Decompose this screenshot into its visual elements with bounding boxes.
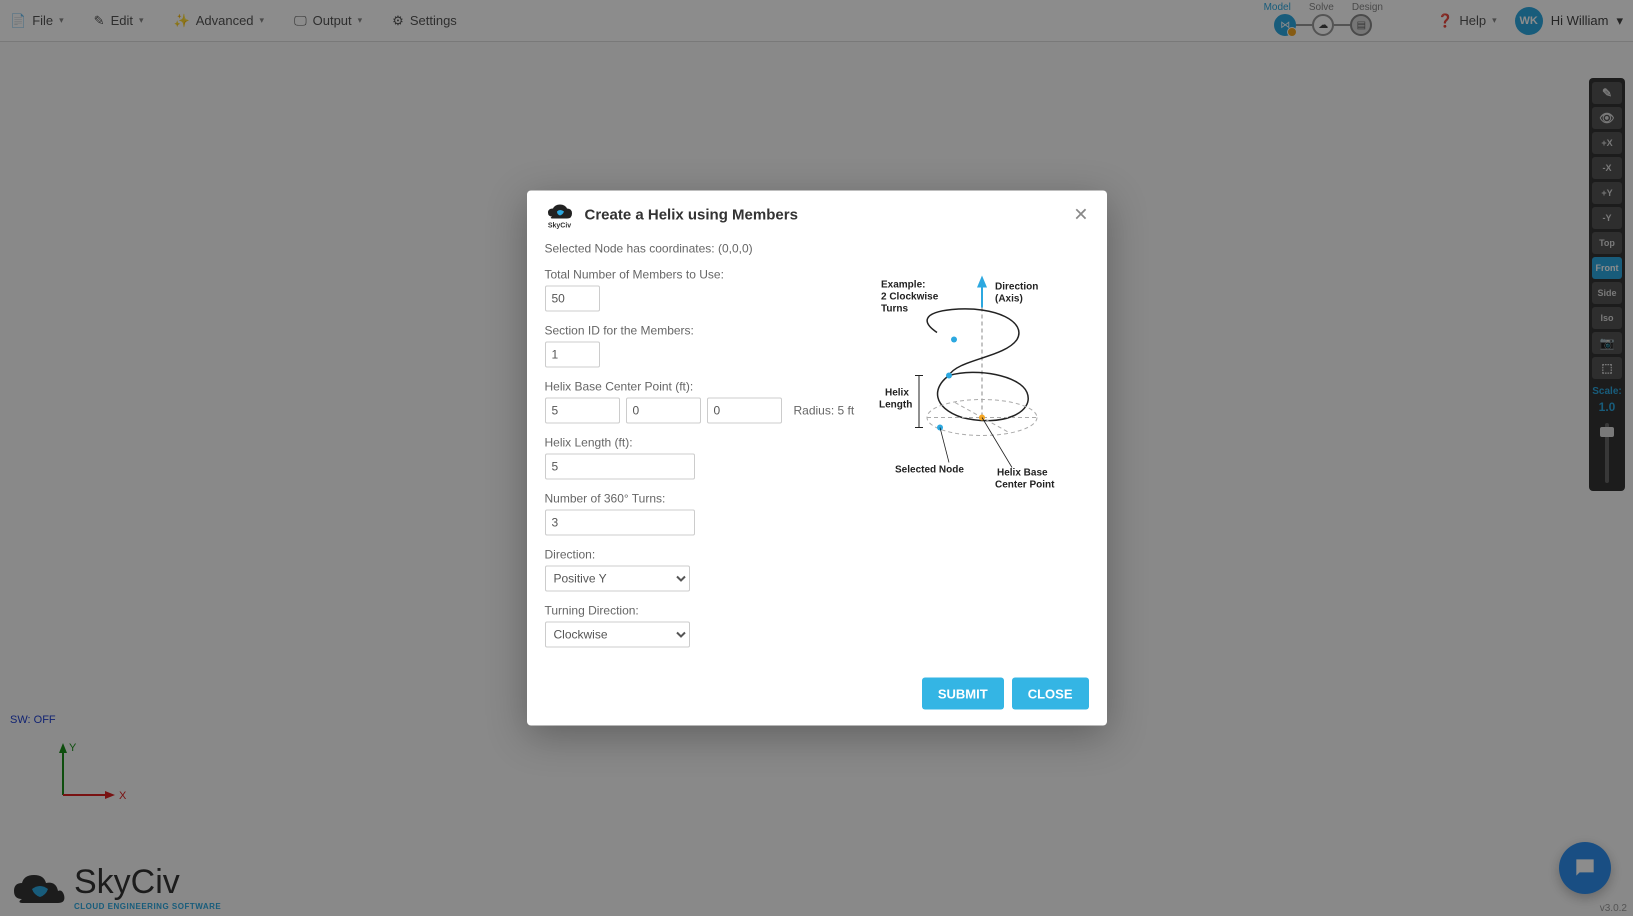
modal-title: Create a Helix using Members [585, 207, 798, 224]
helix-modal: SkyCiv Create a Helix using Members ✕ Se… [527, 191, 1107, 726]
label-helix-length: Helix Length (ft): [545, 436, 855, 450]
svg-text:Helix: Helix [885, 388, 909, 399]
modal-footer: SUBMIT CLOSE [545, 678, 1089, 710]
skyciv-mini-cloud-icon [547, 205, 573, 223]
svg-text:Turns: Turns [881, 304, 908, 315]
selected-node-text: Selected Node has coordinates: (0,0,0) [545, 242, 855, 256]
input-section-id[interactable] [545, 342, 600, 368]
field-turning: Turning Direction: Clockwise [545, 604, 855, 648]
svg-text:Length: Length [879, 400, 912, 411]
label-section-id: Section ID for the Members: [545, 324, 855, 338]
field-helix-length: Helix Length (ft): [545, 436, 855, 480]
field-total-members: Total Number of Members to Use: [545, 268, 855, 312]
field-turns: Number of 360° Turns: [545, 492, 855, 536]
modal-logo-text: SkyCiv [548, 223, 571, 230]
field-direction: Direction: Positive Y [545, 548, 855, 592]
svg-text:2 Clockwise: 2 Clockwise [881, 292, 939, 303]
input-base-y[interactable] [626, 398, 701, 424]
helix-diagram: Example: 2 Clockwise Turns Direction (Ax… [877, 268, 1087, 498]
modal-close-button[interactable]: ✕ [1073, 205, 1088, 226]
label-base-point: Helix Base Center Point (ft): [545, 380, 855, 394]
modal-logo: SkyCiv [545, 205, 575, 230]
close-button[interactable]: CLOSE [1012, 678, 1089, 710]
modal-header: SkyCiv Create a Helix using Members ✕ [545, 205, 1089, 230]
svg-text:Helix Base: Helix Base [997, 468, 1048, 479]
modal-body: Selected Node has coordinates: (0,0,0) T… [545, 242, 1089, 660]
label-turns: Number of 360° Turns: [545, 492, 855, 506]
label-total-members: Total Number of Members to Use: [545, 268, 855, 282]
select-turning[interactable]: Clockwise [545, 622, 690, 648]
submit-button[interactable]: SUBMIT [922, 678, 1004, 710]
label-turning: Turning Direction: [545, 604, 855, 618]
label-direction: Direction: [545, 548, 855, 562]
input-base-x[interactable] [545, 398, 620, 424]
input-helix-length[interactable] [545, 454, 695, 480]
diagram-column: Example: 2 Clockwise Turns Direction (Ax… [875, 242, 1089, 660]
svg-text:Center Point: Center Point [995, 480, 1055, 491]
svg-text:Selected Node: Selected Node [895, 465, 964, 476]
input-turns[interactable] [545, 510, 695, 536]
svg-text:(Axis): (Axis) [995, 294, 1023, 305]
field-base-point: Helix Base Center Point (ft): Radius: 5 … [545, 380, 855, 424]
input-base-z[interactable] [707, 398, 782, 424]
radius-readout: Radius: 5 ft [794, 404, 855, 418]
svg-text:Direction: Direction [995, 282, 1038, 293]
field-section-id: Section ID for the Members: [545, 324, 855, 368]
svg-text:Example:: Example: [881, 280, 925, 291]
form-column: Selected Node has coordinates: (0,0,0) T… [545, 242, 855, 660]
input-total-members[interactable] [545, 286, 600, 312]
select-direction[interactable]: Positive Y [545, 566, 690, 592]
